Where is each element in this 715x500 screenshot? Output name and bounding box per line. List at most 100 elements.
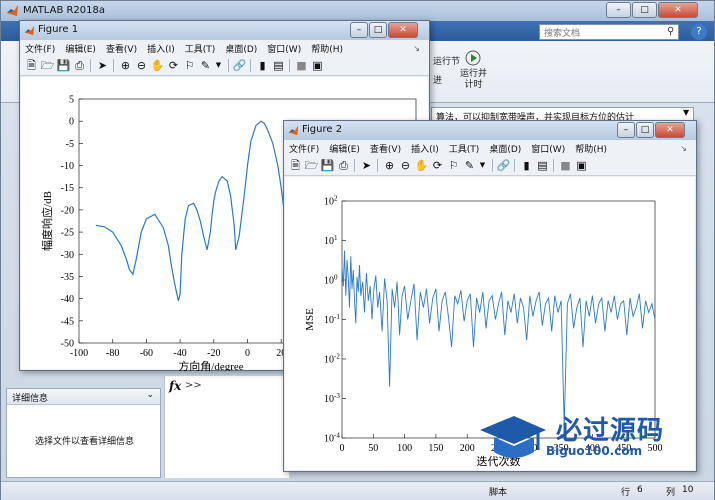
menu-insert[interactable]: 插入(I) [406, 140, 444, 157]
close-button[interactable]: ✕ [655, 122, 685, 138]
menu-view[interactable]: 查看(V) [365, 140, 406, 157]
toolbar-separator [90, 59, 91, 72]
menu-file[interactable]: 文件(F) [284, 140, 324, 157]
toolbar-separator [377, 159, 378, 172]
maximize-button[interactable]: □ [636, 122, 654, 138]
pointer-icon[interactable]: ➤ [359, 158, 374, 173]
zoom-in-icon[interactable]: ⊕ [118, 58, 133, 73]
search-icon[interactable]: ⚲ [667, 26, 674, 37]
pan-hand-icon[interactable]: ✋ [150, 58, 165, 73]
close-button[interactable]: ✕ [388, 22, 418, 38]
menu-window[interactable]: 窗口(W) [526, 140, 570, 157]
y-axis-label: MSE [304, 308, 316, 331]
status-row-value: 6 [637, 485, 643, 495]
open-file-icon[interactable]: 🗁 [304, 158, 319, 173]
toolbar-separator [354, 159, 355, 172]
toolbar-separator [250, 59, 251, 72]
y-tick-label: -25 [61, 228, 74, 239]
maximize-button[interactable]: □ [369, 22, 387, 38]
data-cursor-icon[interactable]: ⚐ [446, 158, 461, 173]
y-tick-label: -30 [61, 250, 74, 261]
pan-hand-icon[interactable]: ✋ [414, 158, 429, 173]
minimize-button[interactable]: – [350, 22, 368, 38]
function-browser-icon[interactable]: fx [169, 379, 181, 393]
toolbar-separator [514, 159, 515, 172]
legend-icon[interactable]: ▤ [535, 158, 550, 173]
close-button[interactable]: ✕ [658, 2, 698, 18]
chevron-down-icon[interactable]: ⌄ [146, 390, 154, 400]
x-tick-label: 150 [428, 443, 443, 454]
dock-arrow-icon[interactable]: ↘ [675, 142, 692, 155]
hide-plot-tools-icon[interactable]: ■ [558, 158, 573, 173]
new-figure-icon[interactable]: 🗎 [288, 158, 303, 173]
search-docs-input[interactable]: 搜索文档 [539, 24, 679, 40]
toolbar-separator [492, 159, 493, 172]
run-section-label[interactable]: 运行节 [433, 54, 460, 67]
figure-2-titlebar: Figure 2 – □ ✕ [284, 121, 696, 140]
open-file-icon[interactable]: 🗁 [40, 58, 55, 73]
help-icon[interactable]: ? [691, 24, 707, 40]
chevron-down-icon[interactable]: ▼ [211, 58, 226, 73]
y-tick-label: -15 [61, 183, 74, 194]
show-plot-tools-icon[interactable]: ▣ [574, 158, 589, 173]
rotate-icon[interactable]: ⟳ [430, 158, 445, 173]
pointer-icon[interactable]: ➤ [95, 58, 110, 73]
zoom-in-icon[interactable]: ⊕ [382, 158, 397, 173]
menu-window[interactable]: 窗口(W) [262, 40, 306, 57]
y-axis-label: 幅度响应/dB [40, 191, 54, 251]
figure-2-toolbar: 🗎 🗁 💾 ⎙ ➤ ⊕ ⊖ ✋ ⟳ ⚐ ✎ ▼ 🔗 ▮ ▤ ■ ▣ [284, 156, 696, 176]
x-tick-label: 50 [368, 443, 378, 454]
minimize-button[interactable]: – [606, 2, 631, 18]
legend-icon[interactable]: ▤ [271, 58, 286, 73]
menu-help[interactable]: 帮助(H) [306, 40, 348, 57]
advance-label[interactable]: 进 [433, 73, 442, 86]
link-plot-icon[interactable]: 🔗 [496, 158, 511, 173]
show-plot-tools-icon[interactable]: ▣ [310, 58, 325, 73]
menu-insert[interactable]: 插入(I) [142, 40, 180, 57]
y-tick-label: 10-4 [324, 432, 340, 445]
colorbar-icon[interactable]: ▮ [519, 158, 534, 173]
menu-file[interactable]: 文件(F) [20, 40, 60, 57]
menu-view[interactable]: 查看(V) [101, 40, 142, 57]
print-icon[interactable]: ⎙ [336, 158, 351, 173]
menu-desktop[interactable]: 桌面(D) [484, 140, 526, 157]
minimize-button[interactable]: – [617, 122, 635, 138]
link-plot-icon[interactable]: 🔗 [232, 58, 247, 73]
command-prompt: >> [185, 380, 202, 391]
menu-edit[interactable]: 编辑(E) [60, 40, 101, 57]
maximize-button[interactable]: □ [632, 2, 657, 18]
chevron-down-icon[interactable]: ▼ [683, 108, 689, 117]
x-tick-label: 0 [340, 443, 345, 454]
x-tick-label: -20 [207, 348, 220, 359]
dock-arrow-icon[interactable]: ↘ [408, 42, 425, 55]
figure-1-titlebar: Figure 1 – □ ✕ [20, 21, 429, 40]
details-header[interactable]: 详细信息 ⌄ [7, 389, 160, 405]
chevron-down-icon[interactable]: ▼ [475, 158, 490, 173]
details-message: 选择文件以查看详细信息 [34, 437, 134, 447]
print-icon[interactable]: ⎙ [72, 58, 87, 73]
menu-tools[interactable]: 工具(T) [444, 140, 485, 157]
run-and-time-icon[interactable] [464, 47, 484, 67]
rotate-icon[interactable]: ⟳ [166, 58, 181, 73]
menu-edit[interactable]: 编辑(E) [324, 140, 365, 157]
command-window[interactable] [164, 376, 289, 478]
zoom-out-icon[interactable]: ⊖ [134, 58, 149, 73]
menu-help[interactable]: 帮助(H) [570, 140, 612, 157]
run-and-time-label[interactable]: 运行并 计时 [460, 69, 487, 91]
save-icon[interactable]: 💾 [56, 58, 71, 73]
matlab-titlebar: MATLAB R2018a – □ ✕ [1, 1, 714, 21]
y-tick-label: -40 [61, 294, 74, 305]
hide-plot-tools-icon[interactable]: ■ [294, 58, 309, 73]
colorbar-icon[interactable]: ▮ [255, 58, 270, 73]
status-col-label: 列 [666, 488, 676, 498]
menu-desktop[interactable]: 桌面(D) [220, 40, 262, 57]
zoom-out-icon[interactable]: ⊖ [398, 158, 413, 173]
save-icon[interactable]: 💾 [320, 158, 335, 173]
y-tick-label: -20 [61, 205, 74, 216]
data-cursor-icon[interactable]: ⚐ [182, 58, 197, 73]
new-figure-icon[interactable]: 🗎 [24, 58, 39, 73]
status-bar: 脚本 行 6 列 10 [1, 481, 714, 500]
figure-1-title: Figure 1 [38, 24, 79, 35]
y-tick-label: -45 [61, 316, 74, 327]
menu-tools[interactable]: 工具(T) [180, 40, 221, 57]
